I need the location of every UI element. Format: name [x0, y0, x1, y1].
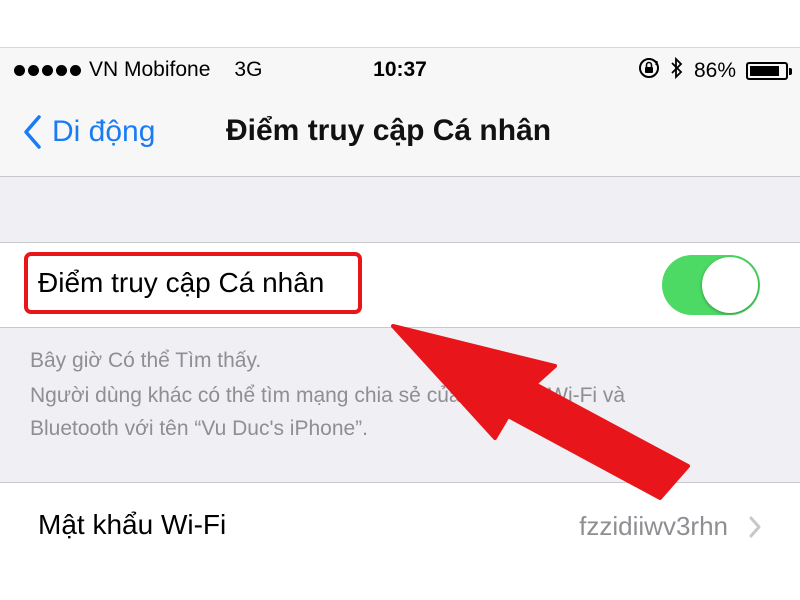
phone-screen: VN Mobifone 3G 10:37 86% Di động Điểm tr… [0, 47, 800, 550]
red-arrow-annotation [391, 324, 690, 500]
